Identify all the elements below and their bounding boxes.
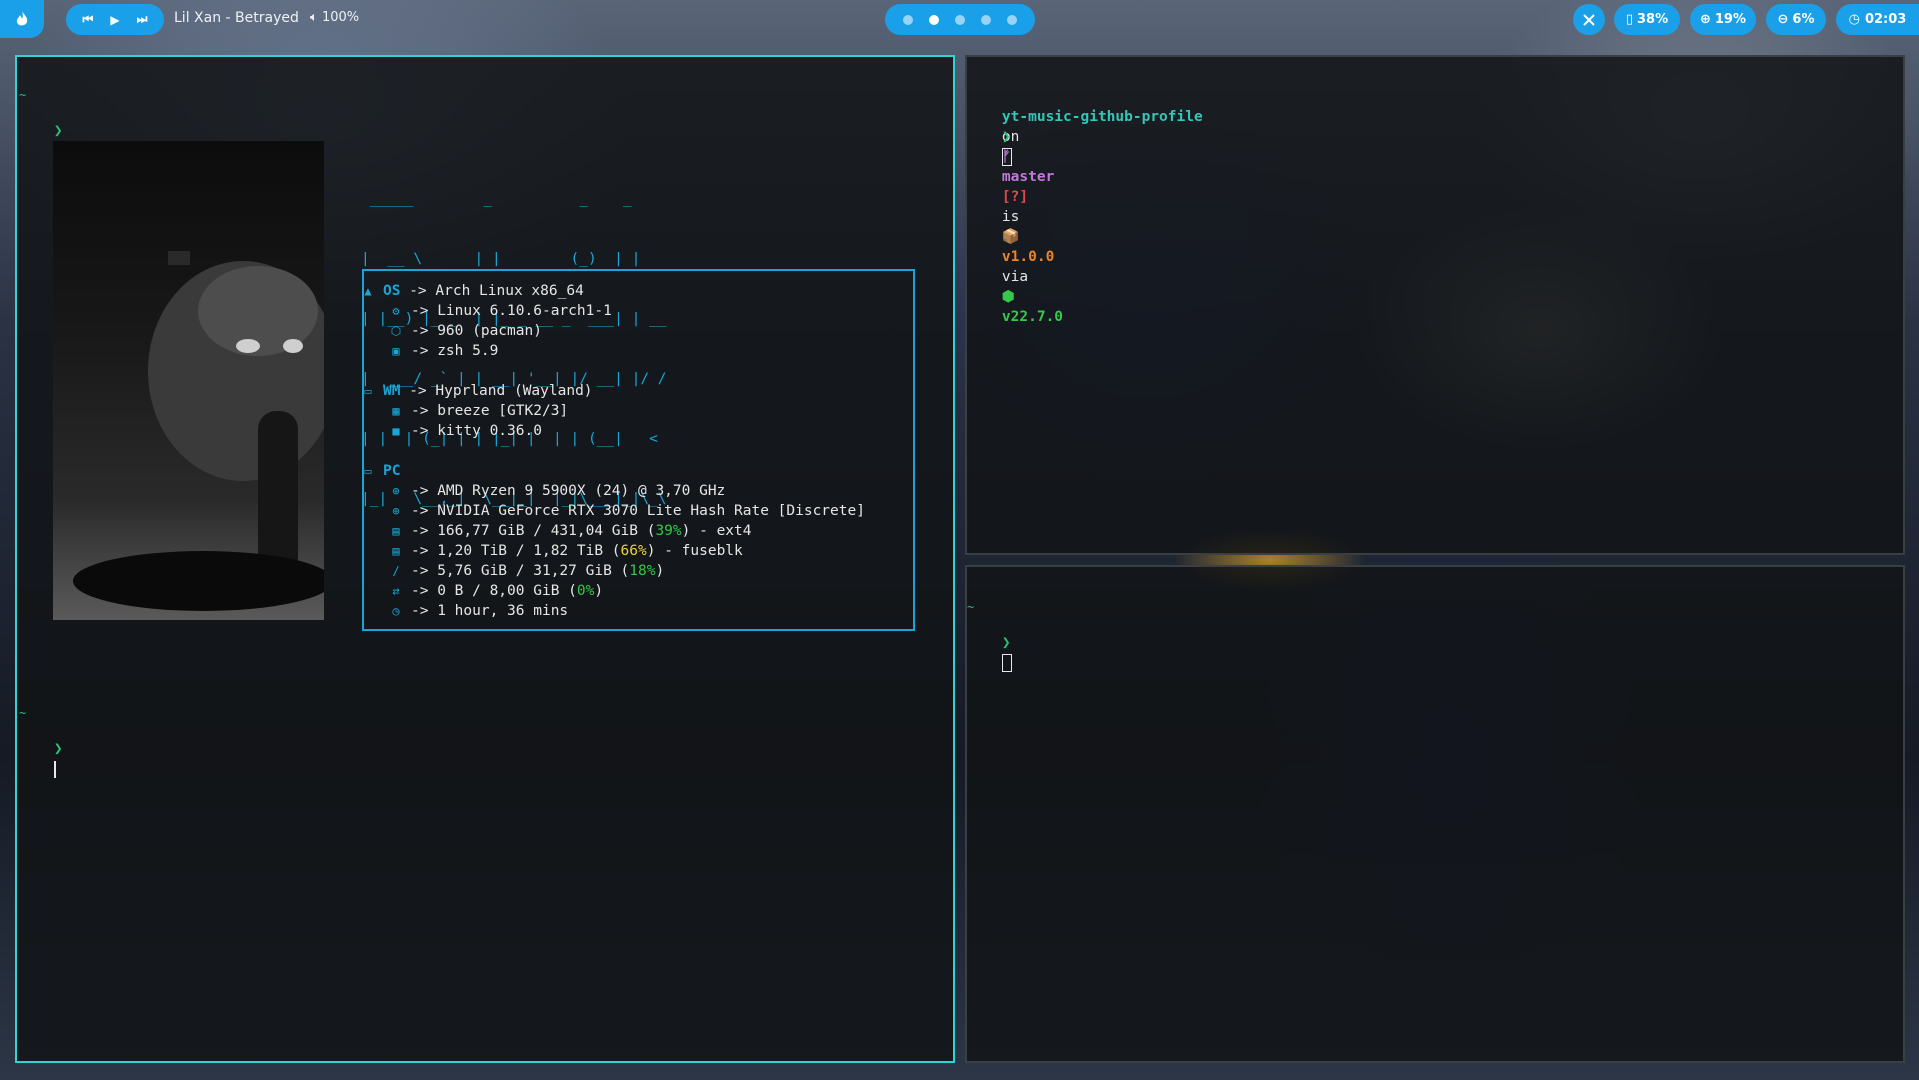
- prompt-arrow: ❯: [1001, 129, 1011, 145]
- nodejs-icon: ⬢: [1001, 289, 1015, 305]
- disk-icon: ▤: [392, 544, 400, 558]
- uptime-row: ◷ -> 1 hour, 36 mins: [387, 601, 568, 621]
- pc-row: ▭ PC: [359, 461, 400, 481]
- terminal-left[interactable]: ~ ❯ fastfetch _____ _ _ _ | __ \ | | (_)…: [15, 55, 955, 1063]
- shell-row: ▣ -> zsh 5.9: [387, 341, 498, 361]
- terminal-right-top[interactable]: yt-music-github-profile on ᚠ master [?] …: [965, 55, 1905, 555]
- workspace-2[interactable]: [929, 14, 939, 25]
- cpu-stat[interactable]: ⊕ 19%: [1690, 4, 1756, 35]
- grid-icon: ▦: [392, 404, 400, 418]
- memory-value: 38%: [1637, 12, 1669, 27]
- volume-value: 100%: [321, 10, 360, 25]
- prompt-line[interactable]: ❯: [19, 719, 63, 799]
- text-cursor: [53, 760, 56, 778]
- disk2-row: ▤ -> 1,20 TiB / 1,82 TiB (66%) - fuseblk: [387, 541, 742, 561]
- swap-row: ⇄ -> 0 B / 8,00 GiB (0%): [387, 581, 603, 601]
- os-row: ▲ OS -> Arch Linux x86_64: [359, 281, 583, 301]
- prompt-arrow: ❯: [53, 741, 63, 757]
- flame-icon[interactable]: [0, 0, 44, 38]
- cpu-icon: ⊕: [1699, 12, 1711, 27]
- disk-value: 6%: [1792, 12, 1815, 27]
- prompt-line[interactable]: ❯: [967, 107, 1012, 187]
- prompt-line[interactable]: ❯: [967, 613, 1012, 693]
- cpu-icon: ⊕: [392, 484, 400, 498]
- workspace-1[interactable]: [903, 14, 913, 25]
- memory-stat[interactable]: ▯ 38%: [1614, 4, 1680, 35]
- cpu-value: 19%: [1714, 12, 1747, 27]
- terminal-right-bottom[interactable]: ~ ❯: [965, 565, 1905, 1063]
- play-icon[interactable]: ▶: [110, 13, 119, 27]
- gpu-row: ⊕ -> NVIDIA GeForce RTX 3070 Lite Hash Ra…: [387, 501, 865, 521]
- kernel-row: ⚙ -> Linux 6.10.6-arch1-1: [387, 301, 611, 321]
- package-icon: 📦: [1001, 229, 1020, 245]
- disk1-row: ▤ -> 166,77 GiB / 431,04 GiB (39%) - ext4: [387, 521, 751, 541]
- arch-icon: ▲: [364, 284, 372, 298]
- swap-icon: ⇄: [392, 584, 400, 598]
- packages-row: ⬡ -> 960 (pacman): [387, 321, 542, 341]
- theme-row: ▦ -> breeze [GTK2/3]: [387, 401, 568, 421]
- clock-icon: ◷: [392, 604, 400, 618]
- gpu-icon: ⊕: [392, 504, 400, 518]
- memory-icon: ∕: [392, 564, 400, 578]
- volume-indicator[interactable]: 🔈︎ 100%: [310, 10, 359, 25]
- hyprland-tray-icon[interactable]: [1573, 4, 1605, 35]
- clock-time: 02:03: [1864, 12, 1907, 27]
- clock[interactable]: ◷ 02:03: [1836, 4, 1919, 35]
- cat-icon: ■: [392, 424, 400, 438]
- memory-row: ∕ -> 5,76 GiB / 31,27 GiB (18%): [387, 561, 664, 581]
- disk-icon: ⊖: [1777, 12, 1789, 27]
- disk-stat[interactable]: ⊖ 6%: [1766, 4, 1826, 35]
- media-title[interactable]: Lil Xan - Betrayed: [174, 10, 299, 26]
- wm-row: ▭ WM -> Hyprland (Wayland): [359, 381, 592, 401]
- previous-track-icon[interactable]: ⏮: [83, 12, 94, 27]
- memory-icon: ▯: [1625, 12, 1634, 27]
- speaker-icon: 🔈︎: [310, 10, 318, 25]
- media-controls: ⏮ ▶ ⏭: [66, 4, 164, 35]
- text-cursor: [1001, 654, 1012, 672]
- workspace-4[interactable]: [981, 14, 991, 25]
- cpu-row: ⊕ -> AMD Ryzen 9 5900X (24) @ 3,70 GHz: [387, 481, 725, 501]
- clock-icon: ◷: [1848, 12, 1860, 27]
- terminal-icon: ▣: [392, 344, 400, 358]
- terminal-row: ■ -> kitty 0.36.0: [387, 421, 542, 441]
- laptop-icon: ▭: [364, 464, 372, 478]
- next-track-icon[interactable]: ⏭: [137, 12, 148, 27]
- disk-icon: ▤: [392, 524, 400, 538]
- gear-icon: ⚙: [392, 304, 400, 318]
- text-cursor: [1001, 148, 1012, 166]
- prompt-arrow: ❯: [53, 123, 63, 139]
- motorcycle-image: [53, 141, 338, 620]
- package-icon: ⬡: [390, 324, 402, 338]
- workspace-3[interactable]: [955, 14, 965, 25]
- workspace-switcher: [885, 4, 1035, 35]
- workspace-5[interactable]: [1007, 14, 1017, 25]
- window-icon: ▭: [364, 384, 372, 398]
- top-bar: ⏮ ▶ ⏭ Lil Xan - Betrayed 🔈︎ 100% ▯ 38% ⊕…: [0, 0, 1919, 40]
- prompt-arrow: ❯: [1001, 635, 1011, 651]
